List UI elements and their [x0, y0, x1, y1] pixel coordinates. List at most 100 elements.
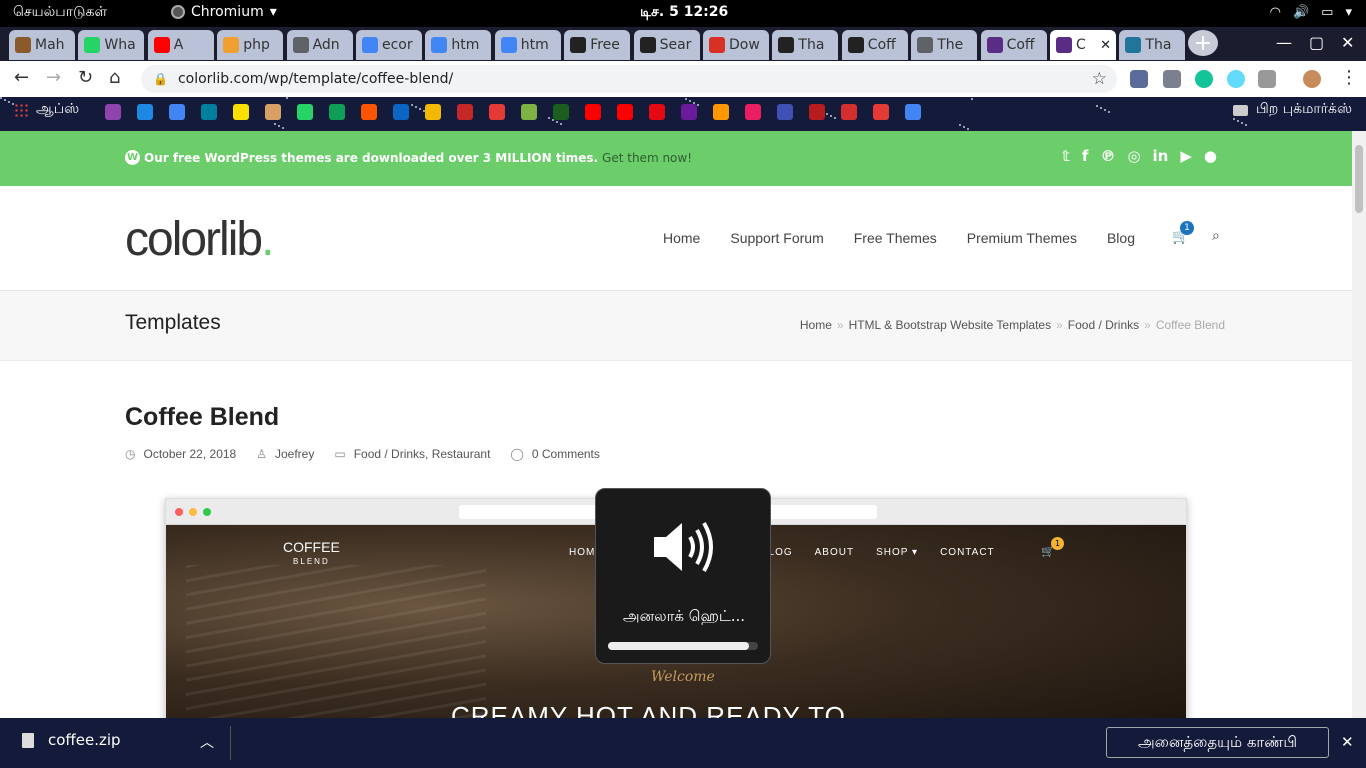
system-tray[interactable]: ◠ 🔊 ▭ ▾: [1270, 5, 1352, 20]
close-tab-icon[interactable]: ✕: [1100, 38, 1111, 53]
breadcrumb-item[interactable]: Home: [800, 318, 832, 332]
close-window-icon[interactable]: ✕: [1341, 33, 1354, 52]
tab-8[interactable]: Free: [564, 30, 631, 60]
download-item[interactable]: coffee.zip: [22, 731, 121, 749]
reload-icon[interactable]: ↻: [78, 67, 93, 88]
bookmark-apps[interactable]: ஆப்ஸ்: [14, 101, 79, 119]
tab-14[interactable]: Coff: [980, 30, 1047, 60]
tab-6[interactable]: htm: [425, 30, 492, 60]
tab-favicon-icon: [1125, 37, 1142, 53]
bookmark-10-icon[interactable]: [425, 104, 441, 120]
search-icon[interactable]: ⌕: [1212, 228, 1220, 244]
tab-4[interactable]: Adn: [286, 30, 353, 60]
bookmark-star-icon[interactable]: ☆: [1092, 69, 1107, 89]
show-all-button[interactable]: அனைத்தையும் காண்பி: [1106, 727, 1329, 758]
breadcrumb-item[interactable]: HTML & Bootstrap Website Templates: [849, 318, 1052, 332]
tab-2[interactable]: A: [147, 30, 214, 60]
bookmark-14-icon[interactable]: [553, 104, 569, 120]
extension-icon[interactable]: [1130, 70, 1148, 88]
new-tab-button[interactable]: +: [1188, 30, 1218, 56]
bookmark-23-icon[interactable]: [841, 104, 857, 120]
bookmark-21-icon[interactable]: [777, 104, 793, 120]
react-devtools-icon[interactable]: [1227, 70, 1245, 88]
back-icon[interactable]: ←: [14, 67, 29, 88]
tab-favicon-icon: [1056, 37, 1072, 53]
bookmark-12-icon[interactable]: [489, 104, 505, 120]
menu-icon[interactable]: ⋮: [1340, 67, 1358, 88]
page-scrollbar[interactable]: [1352, 131, 1366, 718]
instagram-icon[interactable]: ◎: [1127, 147, 1140, 165]
clock[interactable]: டிச. 5 12:26: [640, 4, 728, 22]
tab-16[interactable]: Tha: [1119, 30, 1186, 60]
extension-icon[interactable]: [1163, 70, 1181, 88]
avatar[interactable]: [1303, 70, 1321, 88]
menu-item-4[interactable]: Blog: [1107, 230, 1135, 246]
tab-1[interactable]: Wha: [78, 30, 145, 60]
github-icon[interactable]: ●: [1204, 147, 1217, 165]
bookmark-18-icon[interactable]: [681, 104, 697, 120]
bookmark-7-icon[interactable]: [329, 104, 345, 120]
screenshot-icon[interactable]: [1258, 70, 1276, 88]
bookmark-16-icon[interactable]: [617, 104, 633, 120]
tab-0[interactable]: Mah: [9, 30, 75, 60]
scrollbar-thumb[interactable]: [1355, 145, 1363, 213]
tab-5[interactable]: ecor: [356, 30, 422, 60]
bookmark-4-icon[interactable]: [233, 104, 249, 120]
menu-item-0[interactable]: Home: [663, 230, 700, 246]
menu-item-2[interactable]: Free Themes: [854, 230, 937, 246]
tab-12[interactable]: Coff: [841, 30, 908, 60]
breadcrumb-item[interactable]: Food / Drinks: [1068, 318, 1139, 332]
clock-icon: ◷: [125, 447, 136, 461]
minimize-icon[interactable]: —: [1276, 33, 1292, 52]
chevron-up-icon[interactable]: ︿: [200, 732, 214, 752]
pinterest-icon[interactable]: ℗: [1100, 147, 1115, 165]
bookmark-6-icon[interactable]: [297, 104, 313, 120]
menu-item-1[interactable]: Support Forum: [730, 230, 823, 246]
tab-3[interactable]: php: [217, 30, 284, 60]
site-logo[interactable]: colorlib.: [125, 212, 274, 267]
post-date[interactable]: October 22, 2018: [143, 447, 236, 461]
bookmark-20-icon[interactable]: [745, 104, 761, 120]
bookmark-2-icon[interactable]: [169, 104, 185, 120]
bookmark-24-icon[interactable]: [873, 104, 889, 120]
post-categories[interactable]: Food / Drinks, Restaurant: [354, 447, 491, 461]
bookmark-8-icon[interactable]: [361, 104, 377, 120]
bookmark-5-icon[interactable]: [265, 104, 281, 120]
tab-9[interactable]: Sear: [633, 30, 700, 60]
facebook-icon[interactable]: f: [1082, 147, 1089, 165]
bookmark-17-icon[interactable]: [649, 104, 665, 120]
bookmark-3-icon[interactable]: [201, 104, 217, 120]
promo-link[interactable]: Get them now!: [602, 151, 692, 165]
bookmark-19-icon[interactable]: [713, 104, 729, 120]
bookmark-22-icon[interactable]: [809, 104, 825, 120]
tab-10[interactable]: Dow: [703, 30, 769, 60]
bookmark-0-icon[interactable]: [105, 104, 121, 120]
post-author[interactable]: Joefrey: [275, 447, 314, 461]
bookmark-13-icon[interactable]: [521, 104, 537, 120]
post-comments[interactable]: 0 Comments: [532, 447, 600, 461]
tab-15[interactable]: C ✕: [1050, 30, 1116, 60]
maximize-icon[interactable]: ▢: [1309, 33, 1324, 52]
wordpress-icon: W: [125, 150, 140, 165]
youtube-icon[interactable]: ▶: [1180, 147, 1192, 165]
app-menu[interactable]: Chromium ▾: [171, 4, 277, 20]
other-bookmarks[interactable]: பிற புக்மார்க்ஸ்: [1232, 101, 1352, 119]
home-icon[interactable]: ⌂: [109, 67, 120, 88]
forward-icon[interactable]: →: [46, 67, 61, 88]
twitter-icon[interactable]: 𝕥: [1062, 147, 1070, 165]
tab-7[interactable]: htm: [494, 30, 561, 60]
bookmark-15-icon[interactable]: [585, 104, 601, 120]
bookmark-11-icon[interactable]: [457, 104, 473, 120]
grammarly-icon[interactable]: [1195, 70, 1213, 88]
bookmark-1-icon[interactable]: [137, 104, 153, 120]
linkedin-icon[interactable]: in: [1153, 147, 1169, 165]
tab-11[interactable]: Tha: [772, 30, 839, 60]
bookmark-9-icon[interactable]: [393, 104, 409, 120]
activities-button[interactable]: செயல்பாடுகள்: [13, 4, 107, 22]
cart-button[interactable]: 🛒 1: [1172, 221, 1194, 245]
bookmark-25-icon[interactable]: [905, 104, 921, 120]
address-bar[interactable]: 🔒 colorlib.com/wp/template/coffee-blend/…: [141, 65, 1117, 93]
menu-item-3[interactable]: Premium Themes: [967, 230, 1077, 246]
close-icon[interactable]: ✕: [1341, 733, 1354, 751]
tab-13[interactable]: The: [911, 30, 978, 60]
